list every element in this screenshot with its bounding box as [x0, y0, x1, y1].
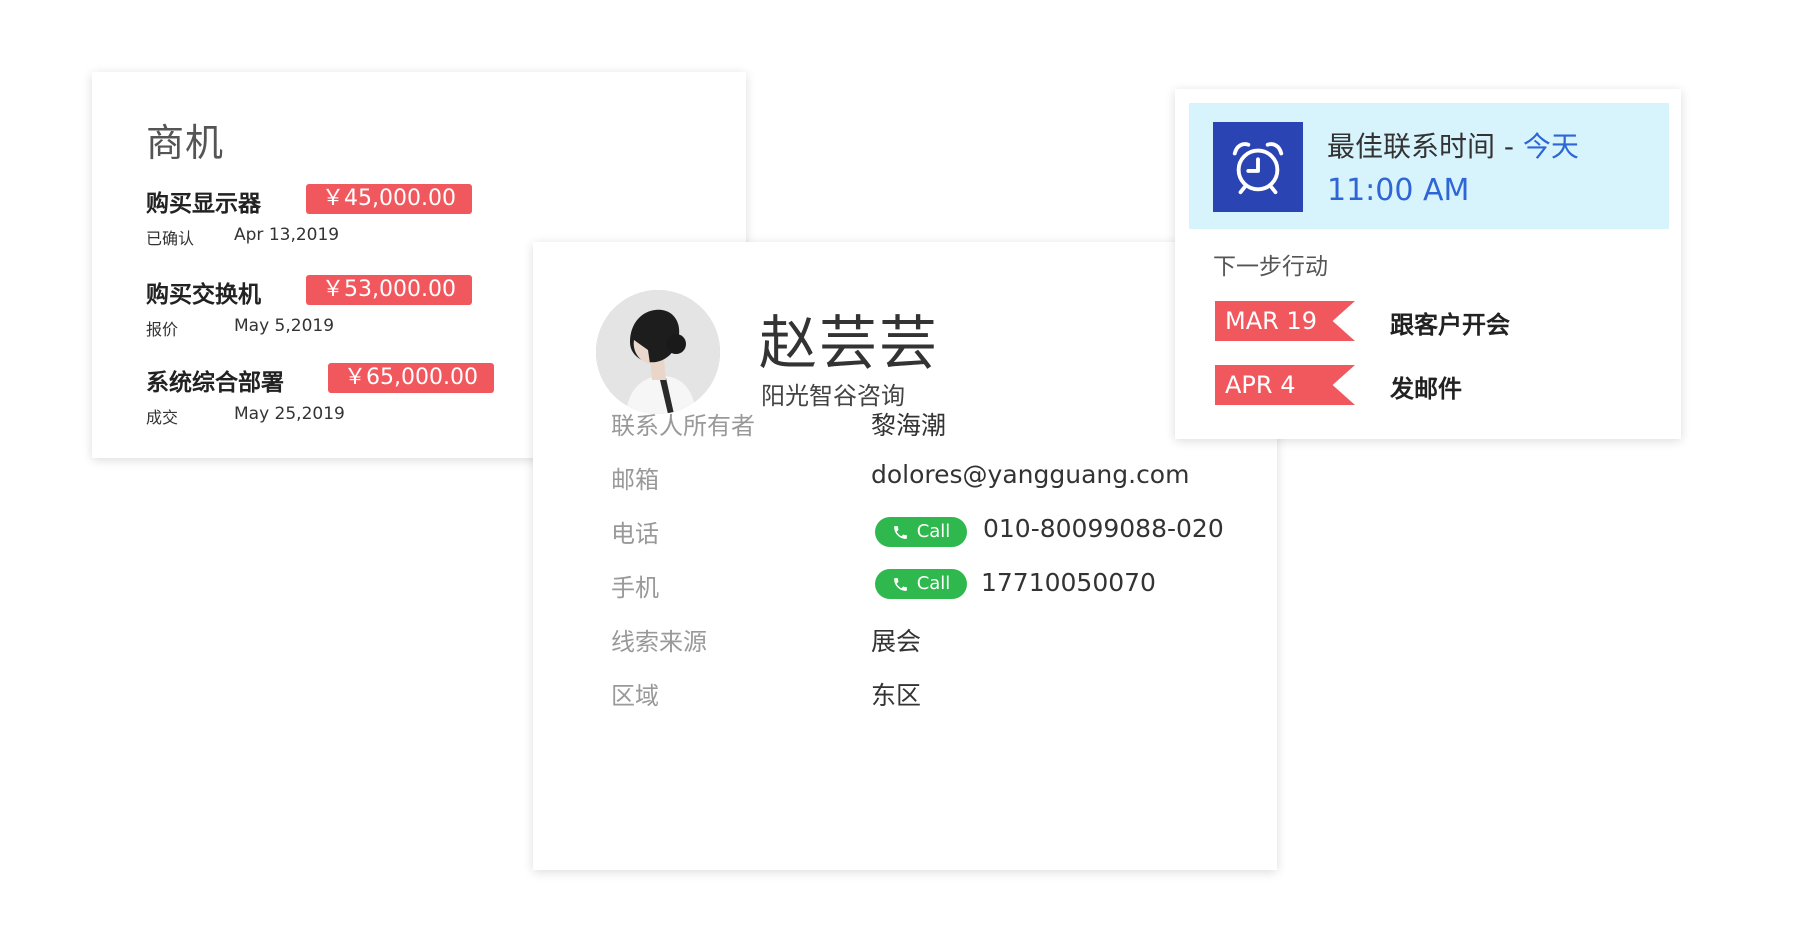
best-time-separator: -: [1495, 130, 1523, 163]
deal-status: 成交: [146, 408, 179, 427]
deal-name[interactable]: 购买显示器: [146, 184, 261, 218]
action-date-ribbon: MAR 19: [1215, 301, 1355, 341]
deals-title: 商机: [146, 121, 225, 165]
next-action-heading: 下一步行动: [1213, 254, 1328, 280]
deal-date: Apr 13,2019: [234, 225, 340, 245]
best-time-banner: 最佳联系时间 - 今天 11:00 AM: [1189, 103, 1669, 229]
deal-name[interactable]: 购买交换机: [146, 275, 261, 309]
deal-amount-badge: ￥53,000.00: [306, 275, 472, 305]
field-value-region[interactable]: 东区: [871, 676, 921, 712]
field-label-region: 区域: [611, 682, 659, 710]
clock-tile: [1213, 122, 1303, 212]
best-time-day: 今天: [1522, 130, 1579, 163]
deal-status: 已确认: [146, 229, 195, 248]
call-phone-button[interactable]: Call: [875, 517, 967, 547]
next-action-card: 最佳联系时间 - 今天 11:00 AM 下一步行动 MAR 19 跟客户开会 …: [1175, 89, 1681, 439]
field-value-email[interactable]: dolores@yangguang.com: [871, 460, 1189, 489]
field-label-owner: 联系人所有者: [611, 412, 755, 440]
field-value-source[interactable]: 展会: [871, 622, 921, 658]
field-label-source: 线索来源: [611, 628, 707, 656]
field-value-mobile[interactable]: 17710050070: [981, 568, 1156, 597]
deal-amount-badge: ￥45,000.00: [306, 184, 472, 214]
contact-name: 赵芸芸: [759, 309, 940, 377]
call-button-label: Call: [916, 573, 951, 594]
field-value-owner[interactable]: 黎海潮: [871, 406, 946, 442]
best-time-value: 11:00 AM: [1327, 173, 1470, 208]
deal-date: May 5,2019: [234, 316, 335, 336]
call-mobile-button[interactable]: Call: [875, 569, 967, 599]
deal-status: 报价: [146, 320, 179, 339]
alarm-clock-icon: [1232, 142, 1284, 195]
call-button-label: Call: [916, 521, 951, 542]
deal-date: May 25,2019: [234, 404, 345, 424]
avatar[interactable]: [596, 290, 720, 414]
best-time-label: 最佳联系时间 - 今天: [1327, 125, 1579, 165]
deal-amount-badge: ￥65,000.00: [328, 363, 494, 393]
best-time-title: 最佳联系时间: [1327, 130, 1496, 163]
phone-icon: [893, 577, 907, 591]
phone-icon: [893, 525, 907, 539]
action-date-ribbon: APR 4: [1215, 365, 1355, 405]
field-label-email: 邮箱: [611, 466, 659, 494]
field-value-phone[interactable]: 010-80099088-020: [983, 514, 1224, 543]
field-label-phone: 电话: [611, 520, 659, 548]
deal-name[interactable]: 系统综合部署: [146, 363, 284, 397]
action-item-text[interactable]: 发邮件: [1390, 369, 1462, 404]
contact-card: 赵芸芸 阳光智谷咨询 联系人所有者 黎海潮 邮箱 dolores@yanggua…: [533, 242, 1277, 870]
action-item-text[interactable]: 跟客户开会: [1390, 305, 1510, 340]
field-label-mobile: 手机: [611, 574, 659, 602]
avatar-photo: [596, 290, 720, 414]
